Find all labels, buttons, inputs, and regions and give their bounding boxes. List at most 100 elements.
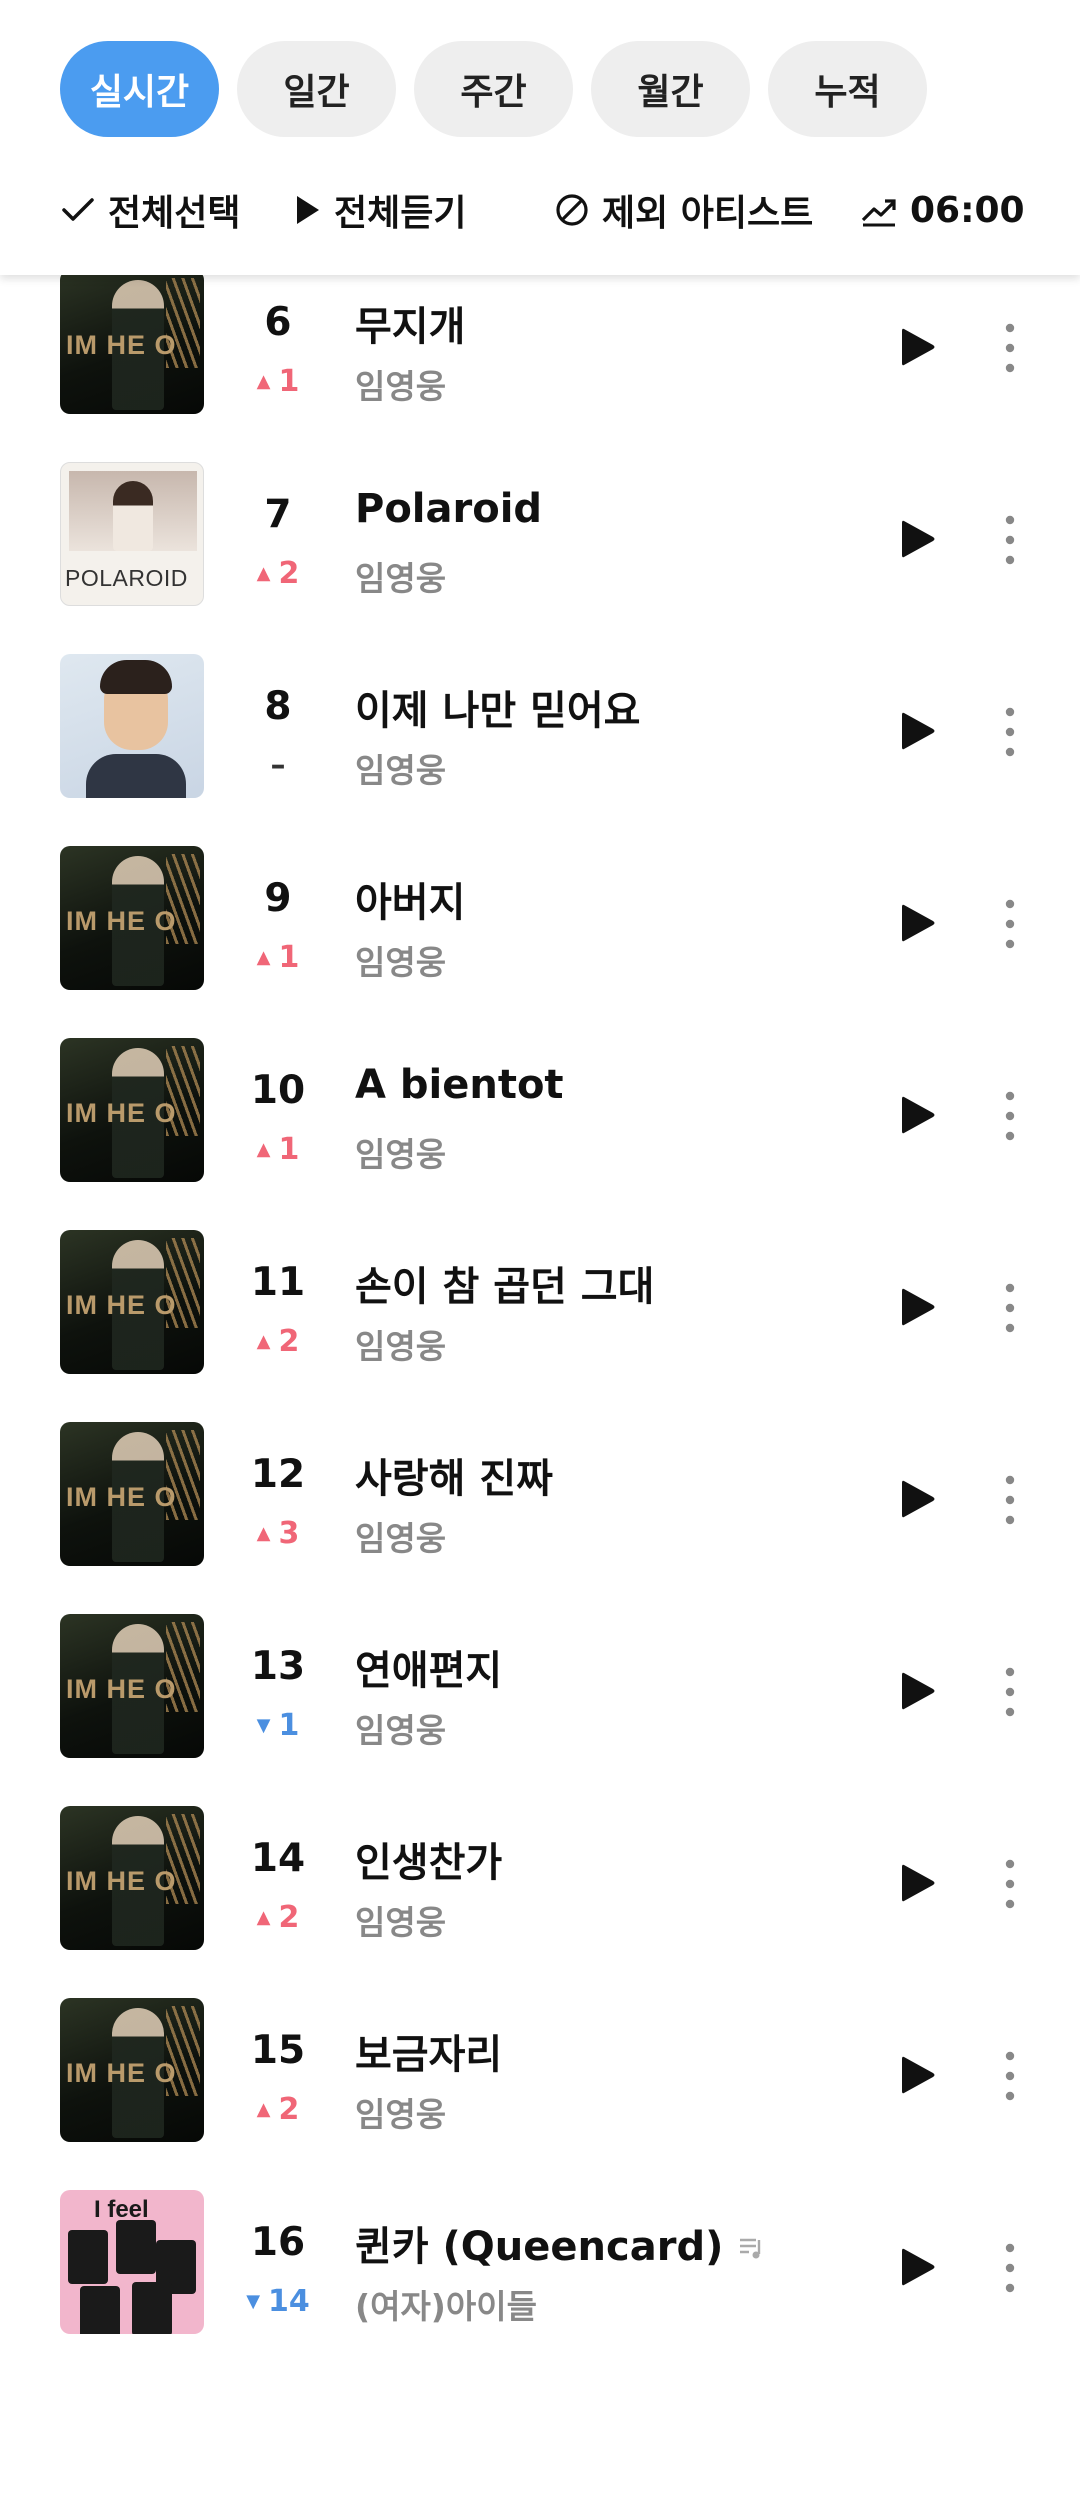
album-art[interactable]: IM HE O — [60, 1422, 204, 1566]
album-art[interactable]: IM HE O — [60, 1614, 204, 1758]
artist-name[interactable]: 임영웅 — [355, 1512, 446, 1560]
album-art[interactable]: I feel — [60, 2190, 204, 2334]
rank-change: ▲1 — [230, 940, 326, 975]
chart-header: 실시간 일간 주간 월간 누적 전체선택 전체듣기 제외 아티스트 06:00 — [0, 0, 1080, 275]
album-art[interactable]: POLAROID — [60, 462, 204, 606]
album-art[interactable]: IM HE O — [60, 846, 204, 990]
song-row[interactable]: I feel 16 ▼ 14 퀸카 (Queencard) (여자)아이들 — [0, 2142, 1080, 2334]
artist-name[interactable]: 임영웅 — [355, 360, 446, 408]
select-all-button[interactable]: 전체선택 — [60, 180, 240, 240]
song-row[interactable]: IM HE O 13 ▼ 1 연애편지 임영웅 — [0, 1566, 1080, 1758]
more-vertical-icon[interactable] — [990, 318, 1030, 378]
song-title[interactable]: 손이 참 곱던 그대 — [355, 1254, 654, 1312]
album-art[interactable] — [60, 654, 204, 798]
artist-name[interactable]: 임영웅 — [355, 1128, 446, 1176]
card-decoration — [80, 2286, 120, 2334]
rank-number: 15 — [250, 2028, 306, 2073]
update-time-button[interactable]: 06:00 — [860, 180, 1025, 240]
more-vertical-icon[interactable] — [990, 1854, 1030, 1914]
song-title[interactable]: Polaroid — [355, 486, 542, 532]
song-title-text: 이제 나만 믿어요 — [355, 688, 641, 734]
play-icon[interactable] — [892, 898, 942, 948]
artist-name[interactable]: 임영웅 — [355, 936, 446, 984]
play-icon[interactable] — [892, 1858, 942, 1908]
rank-change: – — [230, 748, 326, 783]
more-vertical-icon[interactable] — [990, 894, 1030, 954]
album-text: IM HE O — [66, 1290, 177, 1320]
song-title[interactable]: 연애편지 — [355, 1638, 502, 1696]
play-icon[interactable] — [892, 706, 942, 756]
song-row[interactable]: IM HE O 11 ▲ 2 손이 참 곱던 그대 임영웅 — [0, 1182, 1080, 1374]
more-vertical-icon[interactable] — [990, 1470, 1030, 1530]
more-vertical-icon[interactable] — [990, 1662, 1030, 1722]
more-vertical-icon[interactable] — [990, 1278, 1030, 1338]
album-art[interactable]: IM HE O — [60, 1806, 204, 1950]
rank-change-value: 2 — [278, 1324, 300, 1359]
play-icon[interactable] — [892, 322, 942, 372]
exclude-artist-button[interactable]: 제외 아티스트 — [554, 180, 813, 240]
song-row[interactable]: IM HE O 14 ▲ 2 인생찬가 임영웅 — [0, 1758, 1080, 1950]
artist-name[interactable]: (여자)아이들 — [355, 2280, 537, 2328]
rank-change: ▲ 2 — [230, 556, 326, 591]
rank-change-value: 2 — [278, 1900, 300, 1935]
more-vertical-icon[interactable] — [990, 2238, 1030, 2298]
song-title[interactable]: 보금자리 — [355, 2022, 502, 2080]
rank-change: ▲ 2 — [230, 1900, 326, 1935]
tab-cumulative[interactable]: 누적 — [768, 41, 927, 137]
song-row[interactable]: 8 – 이제 나만 믿어요 임영웅 — [0, 606, 1080, 798]
song-title[interactable]: A bientot — [355, 1062, 564, 1108]
lyrics-icon[interactable] — [737, 2226, 765, 2272]
tab-weekly[interactable]: 주간 — [414, 41, 573, 137]
song-row[interactable]: IM HE O 15 ▲ 2 보금자리 임영웅 — [0, 1950, 1080, 2142]
album-art[interactable]: IM HE O — [60, 1230, 204, 1374]
artist-name[interactable]: 임영웅 — [355, 2088, 446, 2136]
song-title[interactable]: 퀸카 (Queencard) — [355, 2214, 765, 2272]
song-title[interactable]: 아버지 — [355, 870, 465, 928]
song-row[interactable]: IM HE O 10 ▲ 1 A bientot 임영웅 — [0, 990, 1080, 1182]
song-row[interactable]: IM HE O 12 ▲ 3 사랑해 진짜 임영웅 — [0, 1374, 1080, 1566]
song-title[interactable]: 무지개 — [355, 294, 465, 352]
tab-realtime[interactable]: 실시간 — [60, 41, 219, 137]
arrow-down-icon: ▼ — [256, 1715, 271, 1736]
album-art[interactable]: IM HE O — [60, 1998, 204, 2142]
play-icon[interactable] — [892, 514, 942, 564]
play-icon[interactable] — [892, 1474, 942, 1524]
more-vertical-icon[interactable] — [990, 1086, 1030, 1146]
rank-change-value: 1 — [278, 940, 300, 975]
play-icon[interactable] — [892, 2050, 942, 2100]
arrow-up-icon: ▲ — [256, 563, 271, 584]
play-icon[interactable] — [892, 2242, 942, 2292]
artist-name[interactable]: 임영웅 — [355, 1320, 446, 1368]
artist-name[interactable]: 임영웅 — [355, 744, 446, 792]
song-title[interactable]: 이제 나만 믿어요 — [355, 678, 640, 736]
card-decoration — [116, 2220, 156, 2274]
exclude-artist-label: 제외 아티스트 — [602, 193, 814, 234]
more-vertical-icon[interactable] — [990, 510, 1030, 570]
artist-name[interactable]: 임영웅 — [355, 552, 446, 600]
more-vertical-icon[interactable] — [990, 2046, 1030, 2106]
song-title-text: 손이 참 곱던 그대 — [355, 1264, 655, 1310]
album-text: IM HE O — [66, 2058, 177, 2088]
rank-change-value: 3 — [278, 1516, 300, 1551]
rank-change: ▲1 — [230, 364, 326, 399]
more-vertical-icon[interactable] — [990, 702, 1030, 762]
play-icon[interactable] — [892, 1282, 942, 1332]
play-icon[interactable] — [892, 1666, 942, 1716]
tab-monthly[interactable]: 월간 — [591, 41, 750, 137]
song-row[interactable]: IM HE O 9 ▲ 1 아버지 임영웅 — [0, 798, 1080, 990]
artist-name[interactable]: 임영웅 — [355, 1896, 446, 1944]
artist-name[interactable]: 임영웅 — [355, 1704, 446, 1752]
song-title[interactable]: 인생찬가 — [355, 1830, 502, 1888]
arrow-up-icon: ▲ — [256, 1331, 271, 1352]
album-text: IM HE O — [66, 1482, 177, 1512]
tab-daily[interactable]: 일간 — [237, 41, 396, 137]
song-row[interactable]: POLAROID 7 ▲ 2 Polaroid 임영웅 — [0, 414, 1080, 606]
rank-change: ▲ 3 — [230, 1516, 326, 1551]
album-art[interactable]: IM HE O — [60, 270, 204, 414]
album-art[interactable]: IM HE O — [60, 1038, 204, 1182]
rank-change-value: 14 — [268, 2284, 310, 2319]
play-icon[interactable] — [892, 1090, 942, 1140]
album-text: IM HE O — [66, 1098, 177, 1128]
play-all-button[interactable]: 전체듣기 — [292, 180, 466, 240]
song-title[interactable]: 사랑해 진짜 — [355, 1446, 553, 1504]
